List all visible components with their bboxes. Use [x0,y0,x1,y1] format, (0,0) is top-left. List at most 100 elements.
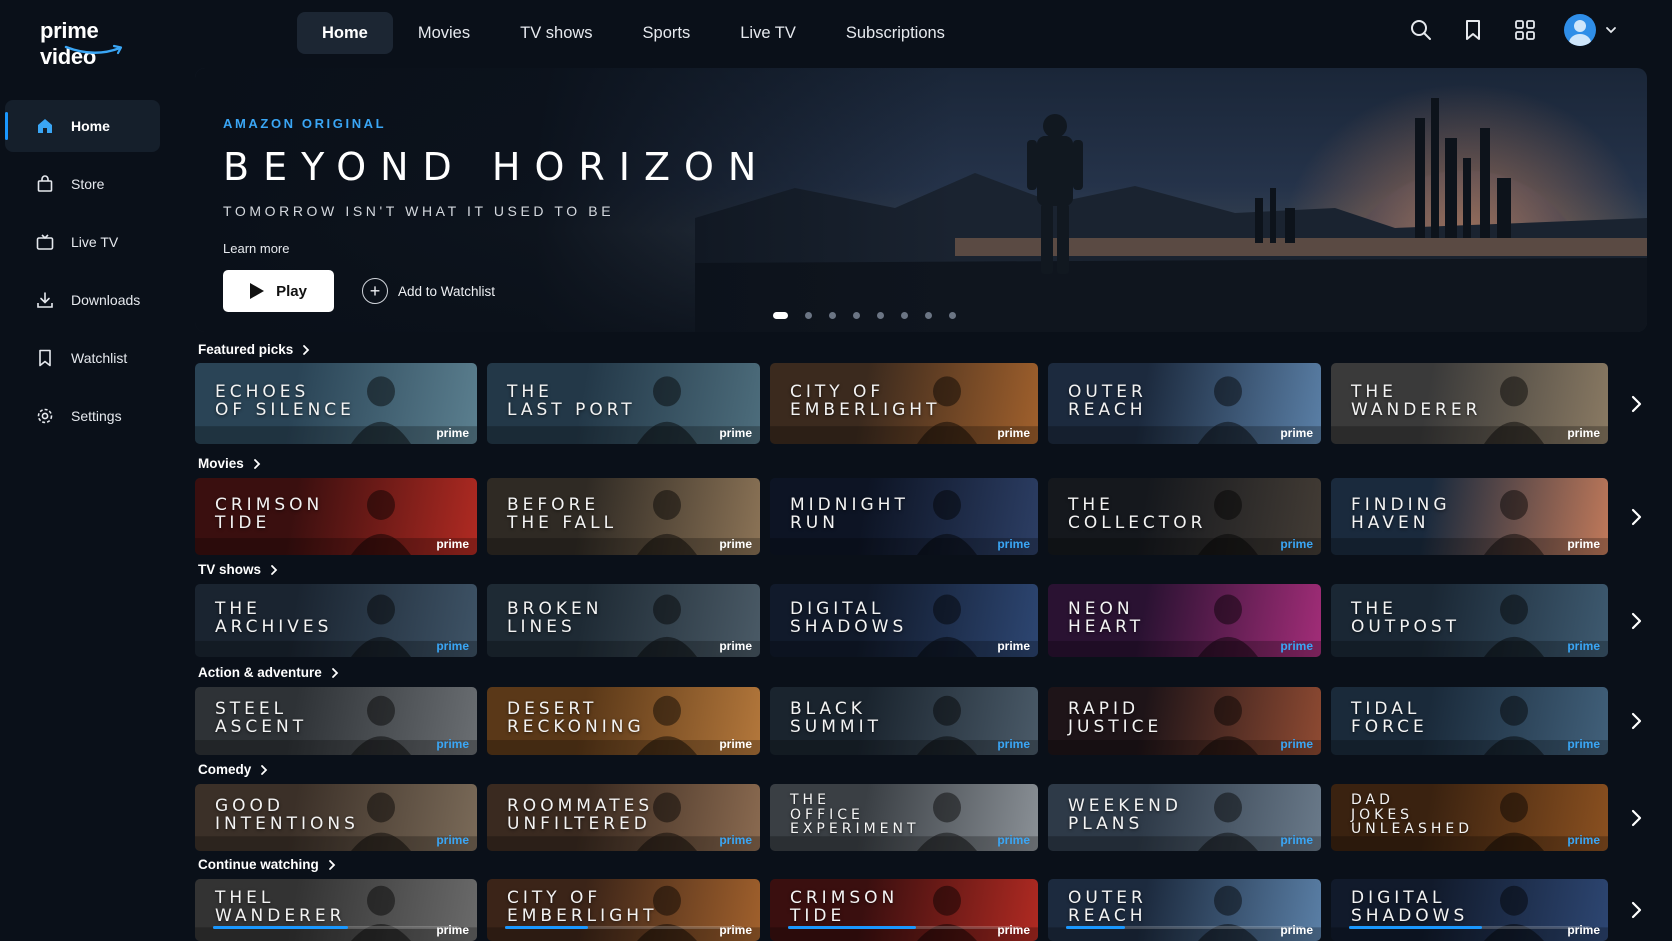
row-heading[interactable]: Featured picks [198,342,311,357]
row-heading[interactable]: Action & adventure [198,665,340,680]
hero-badge: AMAZON ORIGINAL [223,116,387,131]
title-card[interactable]: Thel Wanderer prime [195,879,477,941]
home-icon [35,116,55,136]
sidebar-item-settings[interactable]: Settings [5,390,160,442]
title-card[interactable]: City of Emberlight prime [487,879,760,941]
title-card[interactable]: Before the fall prime [487,478,760,555]
title-card[interactable]: Weekend Plans prime [1048,784,1321,851]
title-card[interactable]: Neon Heart prime [1048,584,1321,657]
hero-page-dot[interactable] [829,312,836,319]
title-card[interactable]: Rapid Justice prime [1048,687,1321,755]
nav-subscriptions[interactable]: Subscriptions [821,12,970,54]
row-heading[interactable]: Continue watching [198,857,337,872]
title-card[interactable]: The Office Experiment prime [770,784,1038,851]
hero-page-dot[interactable] [877,312,884,319]
row-heading-label: Continue watching [198,857,319,872]
row-heading[interactable]: Movies [198,456,262,471]
title-card[interactable]: City of Emberlight prime [770,363,1038,444]
title-card[interactable]: Midnight Run prime [770,478,1038,555]
title-card[interactable]: Finding Haven prime [1331,478,1608,555]
sidebar-item-live-tv[interactable]: Live TV [5,216,160,268]
sidebar-item-downloads[interactable]: Downloads [5,274,160,326]
chevron-right-icon [271,564,278,575]
card-title: Outer Reach [1068,382,1147,420]
title-card[interactable]: Digital Shadows prime [1331,879,1608,941]
sidebar-item-watchlist[interactable]: Watchlist [5,332,160,384]
top-actions [1408,14,1672,46]
row-next-arrow[interactable] [1624,709,1648,733]
title-card[interactable]: Echoes of silence prime [195,363,477,444]
title-card[interactable]: Steel Ascent prime [195,687,477,755]
nav-tv-shows[interactable]: TV shows [495,12,617,54]
watch-progress-fill [213,926,349,929]
add-to-watchlist-button[interactable]: + Add to Watchlist [362,278,495,304]
card-title: Before the fall [507,495,618,533]
watch-progress-bar [505,926,742,929]
prime-badge: prime [1280,639,1313,653]
nav-live-tv[interactable]: Live TV [715,12,821,54]
nav-movies[interactable]: Movies [393,12,495,54]
nav-home[interactable]: Home [297,12,393,54]
row-heading[interactable]: Comedy [198,762,269,777]
prime-video-logo[interactable]: prime video [40,18,150,69]
prime-badge: prime [997,737,1030,751]
hero-page-dot[interactable] [805,312,812,319]
title-card[interactable]: The Archives prime [195,584,477,657]
card-title: The Wanderer [1351,382,1482,420]
prime-badge: prime [997,537,1030,551]
nav-sports[interactable]: Sports [618,12,716,54]
grid-icon[interactable] [1512,17,1538,43]
hero-page-dot[interactable] [949,312,956,319]
card-title: Desert Reckoning [507,699,645,737]
title-card[interactable]: Tidal Force prime [1331,687,1608,755]
card-title: Roommates Unfiltered [507,796,654,834]
title-card[interactable]: Crimson Tide prime [770,879,1038,941]
hero-page-dot[interactable] [853,312,860,319]
hero-page-dot[interactable] [773,312,788,319]
title-card[interactable]: The Collector prime [1048,478,1321,555]
title-card[interactable]: Outer Reach prime [1048,363,1321,444]
title-card[interactable]: The Wanderer prime [1331,363,1608,444]
card-title: Steel Ascent [215,699,308,737]
prime-badge: prime [436,639,469,653]
profile-menu[interactable] [1564,14,1618,46]
chevron-right-icon [328,859,336,870]
learn-more-link[interactable]: Learn more [223,241,770,256]
title-card[interactable]: Dad Jokes Unleashed prime [1331,784,1608,851]
hero-page-dot[interactable] [901,312,908,319]
row-next-arrow[interactable] [1624,806,1648,830]
row-next-arrow[interactable] [1624,392,1648,416]
card-title: Black Summit [790,699,882,737]
prime-badge: prime [997,833,1030,847]
title-card[interactable]: The Outpost prime [1331,584,1608,657]
search-icon[interactable] [1408,17,1434,43]
row-next-arrow[interactable] [1624,609,1648,633]
row-heading[interactable]: TV shows [198,562,279,577]
row-next-arrow[interactable] [1624,898,1648,922]
bookmark-icon[interactable] [1460,17,1486,43]
play-button[interactable]: Play [223,270,334,312]
title-card[interactable]: Digital Shadows prime [770,584,1038,657]
hero-page-dot[interactable] [925,312,932,319]
card-title: Digital Shadows [1351,888,1469,926]
title-card[interactable]: Broken Lines prime [487,584,760,657]
title-card[interactable]: The Last port prime [487,363,760,444]
title-card[interactable]: Good Intentions prime [195,784,477,851]
prime-badge: prime [1567,737,1600,751]
top-bar: prime video Home Movies TV shows Sports … [0,0,1672,69]
title-card[interactable]: Outer Reach prime [1048,879,1321,941]
play-icon [250,283,265,299]
sidebar-item-label: Downloads [71,292,141,308]
title-card[interactable]: Black Summit prime [770,687,1038,755]
sidebar-item-label: Home [71,118,110,134]
sidebar-item-home[interactable]: Home [5,100,160,152]
bookmark-icon [35,348,55,368]
title-card[interactable]: Crimson Tide prime [195,478,477,555]
row-next-arrow[interactable] [1624,505,1648,529]
sidebar-item-store[interactable]: Store [5,158,160,210]
title-card[interactable]: Desert Reckoning prime [487,687,760,755]
avatar [1564,14,1596,46]
hero-banner[interactable]: AMAZON ORIGINAL BEYOND HORIZON TOMORROW … [195,68,1647,332]
hero-pagination [773,312,973,319]
title-card[interactable]: Roommates Unfiltered prime [487,784,760,851]
